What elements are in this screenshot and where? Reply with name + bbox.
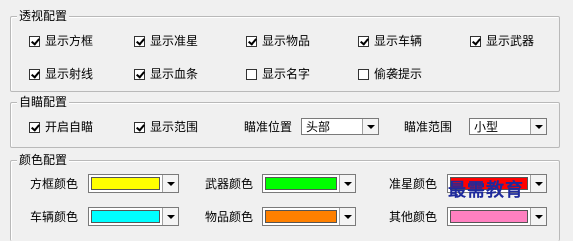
checkbox-show-box-mark[interactable] — [29, 35, 40, 47]
vehicle-color-swatch — [91, 210, 160, 223]
perspective-group-title: 透视配置 — [17, 8, 70, 24]
aim-group-title: 自瞄配置 — [17, 94, 70, 110]
chevron-down-icon[interactable] — [162, 208, 178, 225]
chevron-down-icon[interactable] — [530, 119, 546, 134]
checkbox-show-crosshair[interactable]: 显示准星 — [134, 34, 198, 48]
chevron-down-icon[interactable] — [530, 175, 546, 192]
weapon-color-select[interactable] — [262, 174, 356, 193]
checkbox-show-rays[interactable]: 显示射线 — [29, 67, 93, 81]
checkbox-show-items-label: 显示物品 — [262, 34, 311, 48]
other-color-label: 其他颜色 — [389, 210, 438, 224]
colors-group-title: 颜色配置 — [17, 152, 70, 168]
box-color-label: 方框颜色 — [30, 177, 79, 191]
item-color-select[interactable] — [262, 207, 356, 226]
checkbox-show-weapons-mark[interactable] — [470, 35, 481, 47]
item-color-label: 物品颜色 — [205, 210, 254, 224]
chevron-down-icon[interactable] — [339, 208, 355, 225]
checkbox-show-vehicles-mark[interactable] — [358, 35, 369, 47]
aim-group: 自瞄配置 开启自瞄 显示范围 瞄准位置 头部 瞄准范围 小型 — [10, 94, 560, 148]
checkbox-show-weapons[interactable]: 显示武器 — [470, 34, 534, 48]
watermark-logo: 最需教育 — [448, 180, 524, 201]
weapon-color-swatch — [265, 177, 337, 190]
other-color-select[interactable] — [447, 207, 547, 226]
chevron-down-icon[interactable] — [162, 175, 178, 192]
other-color-swatch — [450, 210, 528, 223]
checkbox-show-rays-label: 显示射线 — [45, 67, 94, 81]
checkbox-show-crosshair-mark[interactable] — [134, 35, 145, 47]
aim-range-value: 小型 — [474, 120, 499, 134]
checkbox-sneak-alert-mark[interactable] — [358, 68, 369, 80]
chevron-down-icon[interactable] — [362, 119, 378, 134]
vehicle-color-select[interactable] — [88, 207, 179, 226]
checkbox-show-rays-mark[interactable] — [29, 68, 40, 80]
box-color-select[interactable] — [88, 174, 179, 193]
checkbox-show-items[interactable]: 显示物品 — [246, 34, 310, 48]
checkbox-show-names-mark[interactable] — [246, 68, 257, 80]
checkbox-enable-aimbot[interactable]: 开启自瞄 — [29, 120, 93, 134]
checkbox-show-health-mark[interactable] — [134, 68, 145, 80]
aim-position-value: 头部 — [306, 120, 331, 134]
checkbox-show-vehicles-label: 显示车辆 — [374, 34, 423, 48]
weapon-color-label: 武器颜色 — [205, 177, 254, 191]
checkbox-sneak-alert[interactable]: 偷袭提示 — [358, 67, 422, 81]
checkbox-show-health[interactable]: 显示血条 — [134, 67, 198, 81]
box-color-swatch — [91, 177, 160, 190]
checkbox-show-weapons-label: 显示武器 — [486, 34, 535, 48]
checkbox-show-range[interactable]: 显示范围 — [134, 120, 198, 134]
chevron-down-icon[interactable] — [339, 175, 355, 192]
checkbox-show-names-label: 显示名字 — [262, 67, 311, 81]
item-color-swatch — [265, 210, 337, 223]
crosshair-color-label: 准星颜色 — [389, 177, 438, 191]
checkbox-show-range-mark[interactable] — [134, 121, 145, 133]
aim-range-label: 瞄准范围 — [404, 120, 453, 134]
checkbox-show-health-label: 显示血条 — [150, 67, 199, 81]
checkbox-enable-aimbot-label: 开启自瞄 — [45, 120, 94, 134]
chevron-down-icon[interactable] — [530, 208, 546, 225]
checkbox-show-crosshair-label: 显示准星 — [150, 34, 199, 48]
checkbox-show-vehicles[interactable]: 显示车辆 — [358, 34, 422, 48]
aim-position-label: 瞄准位置 — [244, 120, 293, 134]
checkbox-sneak-alert-label: 偷袭提示 — [374, 67, 423, 81]
checkbox-show-items-mark[interactable] — [246, 35, 257, 47]
checkbox-enable-aimbot-mark[interactable] — [29, 121, 40, 133]
perspective-group: 透视配置 显示方框 显示准星 显示物品 显示车辆 显示武器 显示射线 显示血条 … — [10, 8, 560, 92]
aim-range-select[interactable]: 小型 — [469, 118, 547, 135]
checkbox-show-range-label: 显示范围 — [150, 120, 199, 134]
checkbox-show-box-label: 显示方框 — [45, 34, 94, 48]
aim-position-select[interactable]: 头部 — [301, 118, 379, 135]
vehicle-color-label: 车辆颜色 — [30, 210, 79, 224]
checkbox-show-names[interactable]: 显示名字 — [246, 67, 310, 81]
checkbox-show-box[interactable]: 显示方框 — [29, 34, 93, 48]
